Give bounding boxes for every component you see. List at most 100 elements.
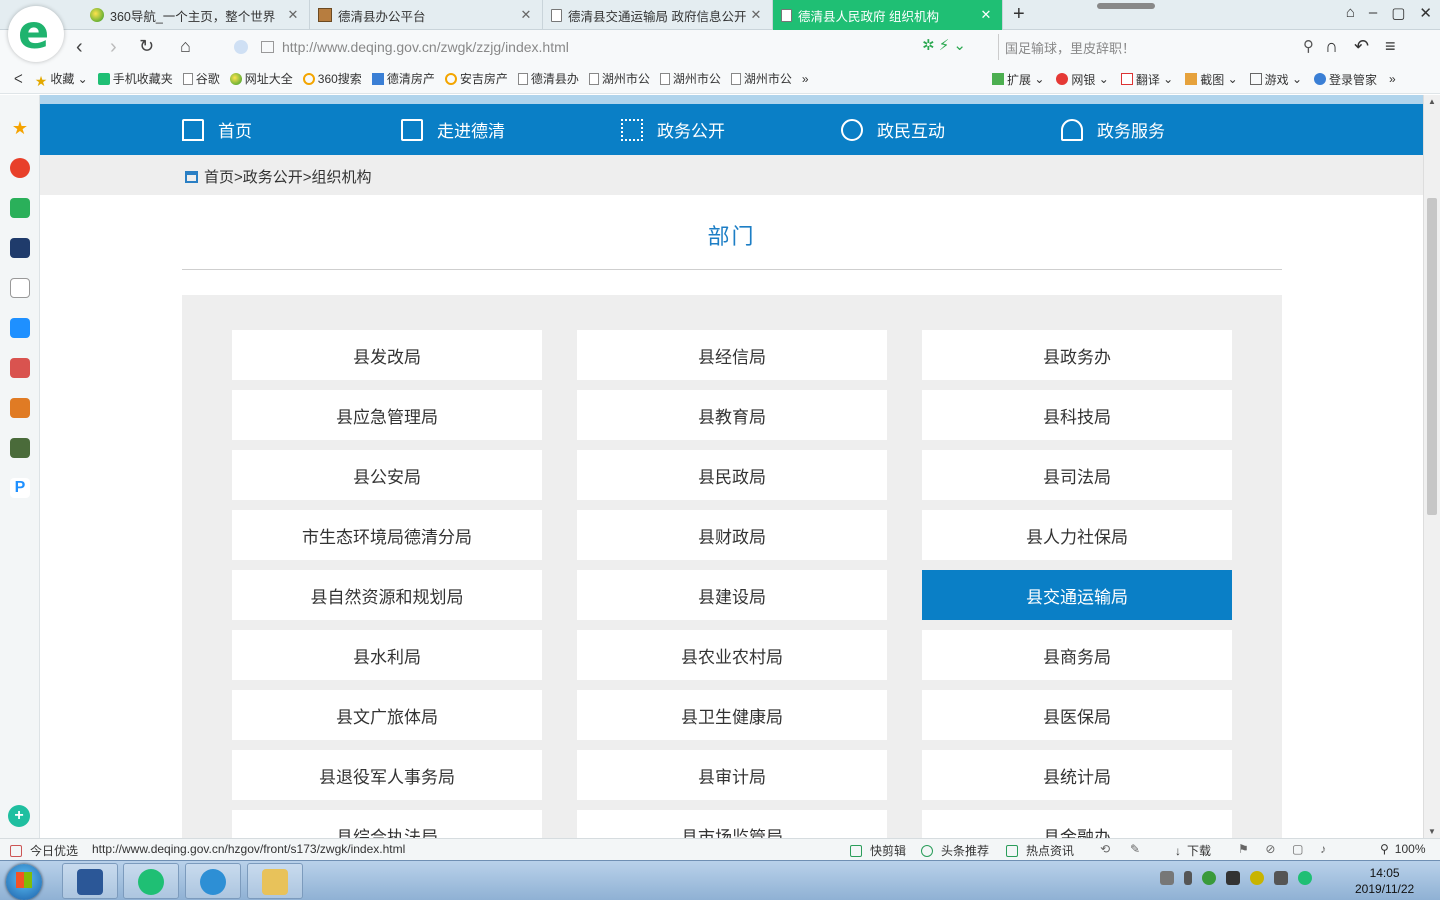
department-item[interactable]: 县民政局 bbox=[577, 450, 887, 500]
bookmark-huzhou-3[interactable]: 湖州市公 bbox=[730, 70, 792, 87]
more-bookmarks-icon[interactable]: » bbox=[802, 72, 809, 86]
department-item[interactable]: 县水利局 bbox=[232, 630, 542, 680]
reload-icon[interactable]: ↻ bbox=[139, 36, 154, 57]
menu-icon[interactable]: ≡ bbox=[1385, 36, 1396, 57]
sidebar-toggle-icon[interactable]: ᐸ bbox=[14, 72, 23, 86]
forward-icon[interactable]: › bbox=[110, 36, 117, 59]
drag-handle[interactable] bbox=[1097, 3, 1155, 9]
taskbar-word[interactable] bbox=[62, 863, 118, 899]
breadcrumb-text[interactable]: 首页>政务公开>组织机构 bbox=[204, 166, 372, 187]
address-bar[interactable]: http://www.deqing.gov.cn/zwgk/zzjg/index… bbox=[228, 34, 988, 60]
bookmark-deqing-office[interactable]: 德清县办 bbox=[517, 70, 579, 87]
tab-360-nav[interactable]: 360导航_一个主页，整个世界 ✕ bbox=[82, 0, 310, 30]
search-input[interactable]: 国足输球，里皮辞职！ ⚲ bbox=[998, 34, 1316, 60]
hot-news-button[interactable]: 热点资讯 bbox=[1006, 842, 1074, 859]
bookmark-huzhou-2[interactable]: 湖州市公 bbox=[659, 70, 721, 87]
tab-close-icon[interactable]: ✕ bbox=[285, 7, 301, 23]
department-item[interactable]: 县退役军人事务局 bbox=[232, 750, 542, 800]
nav-services[interactable]: 政务服务 bbox=[1061, 104, 1165, 155]
scroll-up-icon[interactable]: ▲ bbox=[1428, 97, 1436, 106]
games-button[interactable]: 游戏 ⌄ bbox=[1249, 71, 1302, 88]
game-app-icon[interactable] bbox=[10, 358, 30, 378]
bookmark-favorites[interactable]: ★ 收藏 ⌄ bbox=[35, 70, 88, 89]
tools-icons[interactable]: ⟲ ✎ bbox=[1100, 842, 1140, 856]
department-item[interactable]: 县交通运输局 bbox=[922, 570, 1232, 620]
translate-button[interactable]: 翻译 ⌄ bbox=[1120, 71, 1173, 88]
department-item[interactable]: 县人力社保局 bbox=[922, 510, 1232, 560]
new-tab-button[interactable]: + bbox=[1013, 3, 1025, 26]
nav-about-deqing[interactable]: 走进德清 bbox=[401, 104, 505, 155]
department-item[interactable]: 县市场监管局 bbox=[577, 810, 887, 838]
tab-organization[interactable]: 德清县人民政府 组织机构 ✕ bbox=[773, 0, 1003, 30]
search-icon[interactable]: ⚲ bbox=[1303, 37, 1314, 55]
department-item[interactable]: 市生态环境局德清分局 bbox=[232, 510, 542, 560]
department-item[interactable]: 县教育局 bbox=[577, 390, 887, 440]
department-item[interactable]: 县公安局 bbox=[232, 450, 542, 500]
headphone-icon[interactable]: ∩ bbox=[1325, 36, 1338, 57]
more-tools-icon[interactable]: » bbox=[1389, 72, 1396, 86]
nav-home[interactable]: 首页 bbox=[182, 104, 252, 155]
department-item[interactable]: 县自然资源和规划局 bbox=[232, 570, 542, 620]
department-item[interactable]: 县经信局 bbox=[577, 330, 887, 380]
weibo-icon[interactable] bbox=[10, 158, 30, 178]
add-sidebar-app-icon[interactable]: + bbox=[8, 805, 30, 827]
department-item[interactable]: 县卫生健康局 bbox=[577, 690, 887, 740]
download-button[interactable]: ↓ 下载 bbox=[1175, 842, 1211, 859]
taskbar-explorer[interactable] bbox=[247, 863, 303, 899]
nav-interaction[interactable]: 政民互动 bbox=[841, 104, 945, 155]
game-app-icon[interactable] bbox=[10, 438, 30, 458]
department-item[interactable]: 县审计局 bbox=[577, 750, 887, 800]
bookmark-anji-house[interactable]: 安吉房产 bbox=[444, 70, 508, 87]
department-item[interactable]: 县科技局 bbox=[922, 390, 1232, 440]
department-item[interactable]: 县商务局 bbox=[922, 630, 1232, 680]
skin-icon[interactable]: ⌂ bbox=[1346, 4, 1355, 22]
today-picks[interactable]: 今日优选 bbox=[10, 842, 78, 859]
bookmark-360-search[interactable]: 360搜索 bbox=[302, 70, 362, 87]
tab-close-icon[interactable]: ✕ bbox=[518, 7, 534, 23]
taskbar-360-browser[interactable] bbox=[123, 863, 179, 899]
scrollbar-thumb[interactable] bbox=[1427, 198, 1437, 515]
url-text[interactable]: http://www.deqing.gov.cn/zwgk/zzjg/index… bbox=[282, 39, 569, 55]
tab-close-icon[interactable]: ✕ bbox=[748, 7, 764, 23]
department-item[interactable]: 县文广旅体局 bbox=[232, 690, 542, 740]
department-item[interactable]: 县发改局 bbox=[232, 330, 542, 380]
bookmark-directory[interactable]: 网址大全 bbox=[229, 70, 293, 87]
bookmark-huzhou-1[interactable]: 湖州市公 bbox=[588, 70, 650, 87]
screenshot-button[interactable]: 截图 ⌄ bbox=[1185, 71, 1238, 88]
back-icon[interactable]: ‹ bbox=[76, 36, 83, 59]
department-item[interactable]: 县医保局 bbox=[922, 690, 1232, 740]
bookmark-deqing-house[interactable]: 德清房产 bbox=[371, 70, 435, 87]
p-app-icon[interactable]: P bbox=[10, 478, 30, 498]
shield-icon[interactable] bbox=[1202, 871, 1216, 885]
game-app-icon[interactable] bbox=[10, 398, 30, 418]
favorites-star-icon[interactable]: ★ bbox=[10, 118, 30, 138]
headline-button[interactable]: 头条推荐 bbox=[921, 842, 989, 859]
system-clock[interactable]: 14:05 2019/11/22 bbox=[1355, 865, 1414, 897]
bookmark-mobile[interactable]: 手机收藏夹 bbox=[97, 70, 173, 87]
volume-icon[interactable] bbox=[1274, 871, 1288, 885]
status-tool-icons[interactable]: ⚑ ⊘ ▢ ♪ bbox=[1238, 842, 1326, 856]
scroll-down-icon[interactable]: ▼ bbox=[1428, 827, 1436, 836]
department-item[interactable]: 县农业农村局 bbox=[577, 630, 887, 680]
tab-transport-bureau[interactable]: 德清县交通运输局 政府信息公开 ✕ bbox=[543, 0, 773, 30]
department-item[interactable]: 县金融办 bbox=[922, 810, 1232, 838]
speed-mode-icon[interactable]: ✲ ⚡ ⌄ bbox=[922, 36, 966, 54]
quick-clip-button[interactable]: 快剪辑 bbox=[850, 842, 906, 859]
undo-icon[interactable]: ↶ bbox=[1354, 36, 1369, 57]
browser-tray-icon[interactable] bbox=[1298, 871, 1312, 885]
login-manager-button[interactable]: 登录管家 bbox=[1314, 71, 1377, 88]
nav-gov-affairs[interactable]: 政务公开 bbox=[621, 104, 725, 155]
tray-arrow-icon[interactable] bbox=[1184, 871, 1192, 885]
bookmark-google[interactable]: 谷歌 bbox=[182, 70, 220, 87]
mail-icon[interactable] bbox=[10, 198, 30, 218]
minimize-button[interactable]: – bbox=[1369, 4, 1377, 22]
document-icon[interactable] bbox=[10, 278, 30, 298]
department-item[interactable]: 县应急管理局 bbox=[232, 390, 542, 440]
department-item[interactable]: 县司法局 bbox=[922, 450, 1232, 500]
department-item[interactable]: 县统计局 bbox=[922, 750, 1232, 800]
department-item[interactable]: 县政务办 bbox=[922, 330, 1232, 380]
department-item[interactable]: 县综合执法局 bbox=[232, 810, 542, 838]
keyboard-icon[interactable] bbox=[1160, 871, 1174, 885]
zoom-level[interactable]: ⚲ 100% bbox=[1380, 842, 1426, 856]
ebank-button[interactable]: 网银 ⌄ bbox=[1056, 71, 1109, 88]
